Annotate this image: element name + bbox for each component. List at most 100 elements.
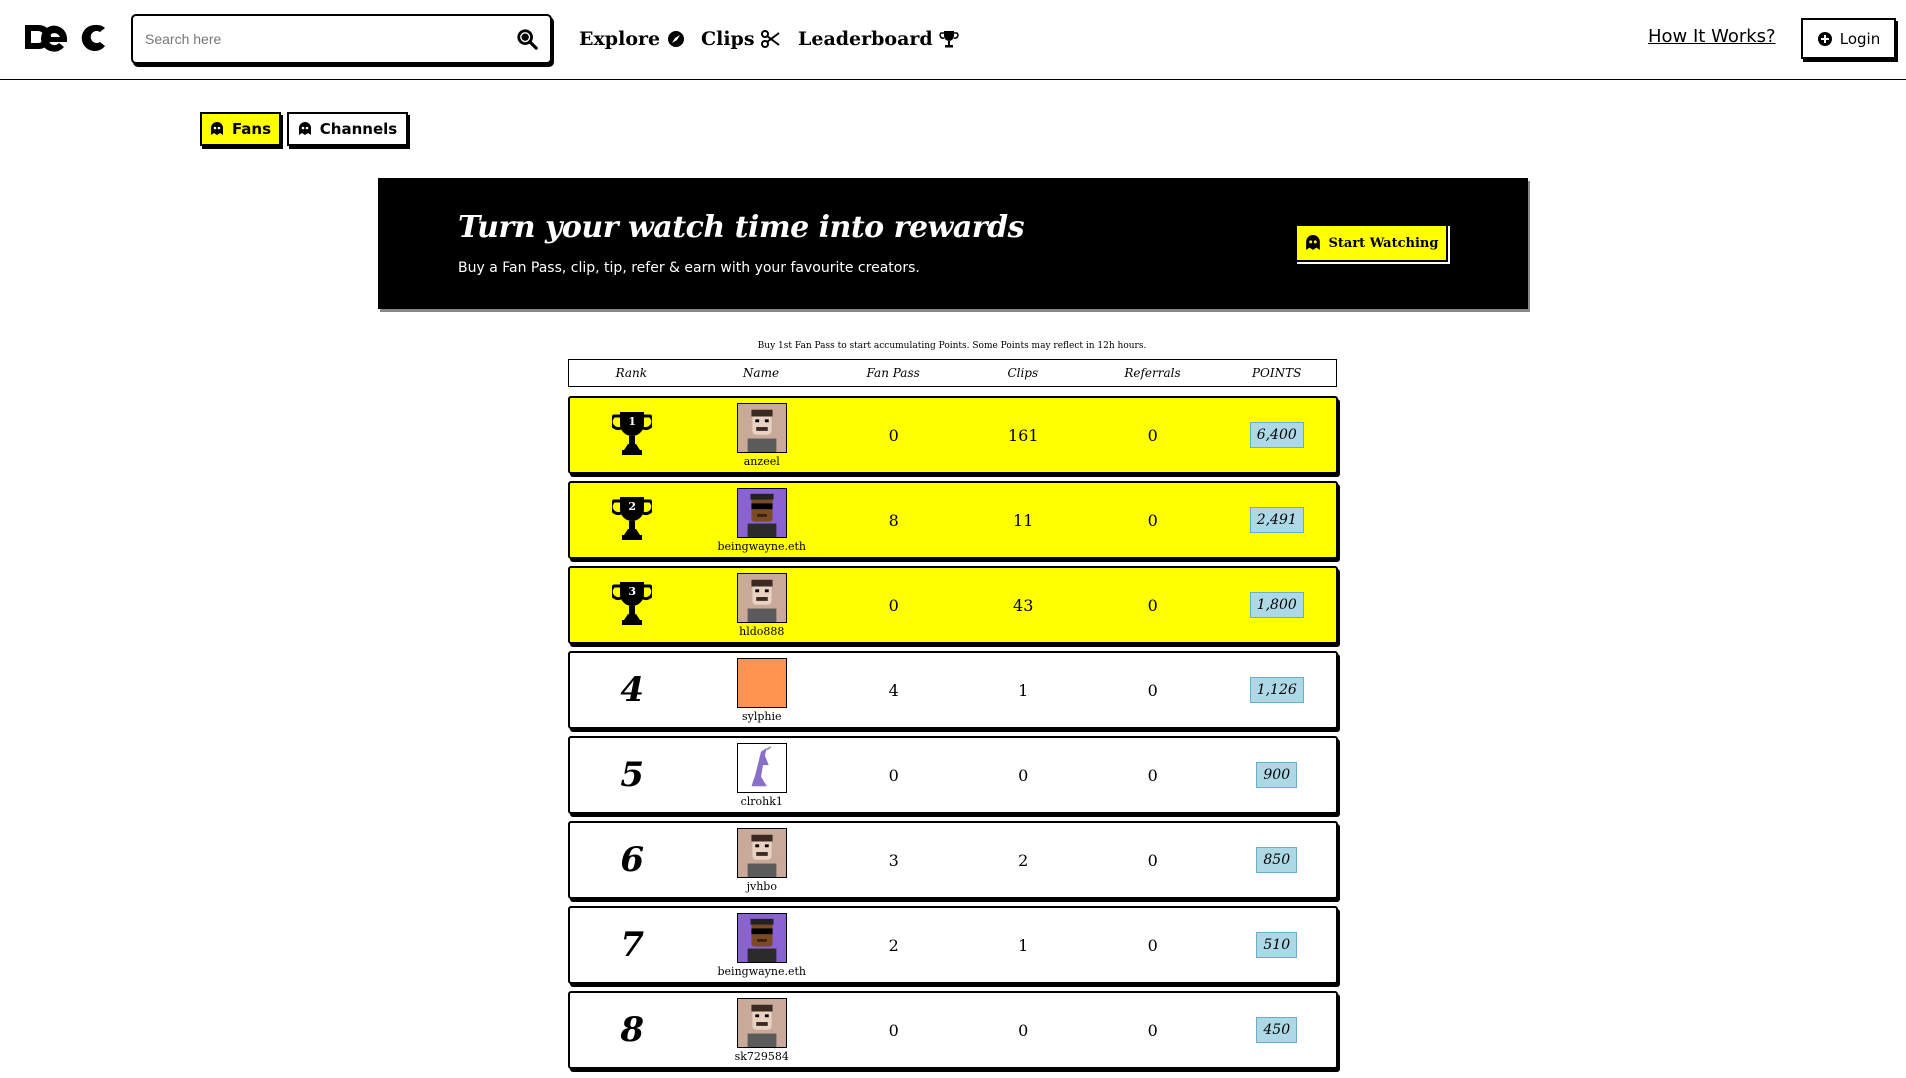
search-box xyxy=(131,14,552,64)
rank-cell: 5 xyxy=(570,755,695,795)
name-cell[interactable]: sylphie xyxy=(695,657,829,723)
trophy-icon xyxy=(939,31,959,48)
referrals-cell: 0 xyxy=(1147,595,1158,615)
tab-channels-label: Channels xyxy=(319,120,398,138)
table-row[interactable]: 6 jvhbo 3 2 0 850 xyxy=(568,821,1338,899)
points-cell: 900 xyxy=(1217,762,1336,788)
table-row[interactable]: 7 beingwayne.eth 2 1 0 510 xyxy=(568,906,1338,984)
table-row[interactable]: 5 clrohk1 0 0 0 900 xyxy=(568,736,1338,814)
rank-cell: 4 xyxy=(570,670,695,710)
name-cell[interactable]: sk729584 xyxy=(695,997,829,1063)
table-row[interactable]: 1 anzeel 0 161 0 6,400 xyxy=(568,396,1338,474)
table-row[interactable]: 2 beingwayne.eth 8 11 0 2,491 xyxy=(568,481,1338,559)
avatar[interactable] xyxy=(736,572,787,623)
login-label: Login xyxy=(1839,29,1881,48)
avatar[interactable] xyxy=(736,657,787,708)
avatar[interactable] xyxy=(736,827,787,878)
avatar[interactable] xyxy=(736,912,787,963)
header-name: Name xyxy=(742,366,780,380)
rank-cell: 1 xyxy=(570,410,695,460)
clips-cell: 0 xyxy=(1018,1020,1029,1040)
avatar[interactable] xyxy=(736,742,787,793)
rank-cell: 6 xyxy=(570,840,695,880)
scissors-icon xyxy=(760,30,780,48)
fan-pass-cell: 3 xyxy=(888,850,899,870)
ghost-icon xyxy=(298,122,311,135)
referrals-cell: 0 xyxy=(1147,850,1158,870)
referrals-cell: 0 xyxy=(1147,680,1158,700)
name-cell[interactable]: beingwayne.eth xyxy=(695,487,829,553)
name-cell[interactable]: beingwayne.eth xyxy=(695,912,829,978)
tab-fans-label: Fans xyxy=(231,120,272,138)
trophy-icon: 3 xyxy=(610,580,655,626)
fan-pass-cell: 8 xyxy=(888,510,899,530)
points-cell: 450 xyxy=(1217,1017,1336,1043)
fan-pass-cell: 0 xyxy=(888,1020,899,1040)
top-header: Explore Clips Leaderboard How It Works? xyxy=(0,0,1906,80)
header-points: POINTS xyxy=(1251,366,1302,380)
avatar[interactable] xyxy=(736,997,787,1048)
header-rank: Rank xyxy=(615,366,648,380)
nav-clips[interactable]: Clips xyxy=(701,24,781,54)
ghost-icon xyxy=(210,122,223,135)
points-cell: 2,491 xyxy=(1217,507,1336,533)
clips-cell: 43 xyxy=(1013,595,1034,615)
login-button[interactable]: Login xyxy=(1801,18,1896,59)
username[interactable]: hldo888 xyxy=(739,625,784,638)
start-watching-button[interactable]: Start Watching xyxy=(1295,224,1448,262)
points-badge: 2,491 xyxy=(1249,507,1304,533)
rank-cell: 8 xyxy=(570,1010,695,1050)
username[interactable]: sk729584 xyxy=(735,1050,789,1063)
name-cell[interactable]: anzeel xyxy=(695,402,829,468)
referrals-cell: 0 xyxy=(1147,510,1158,530)
clips-cell: 1 xyxy=(1018,680,1029,700)
nav-clips-label: Clips xyxy=(701,28,755,50)
points-badge: 900 xyxy=(1256,762,1298,788)
table-row[interactable]: 3 hldo888 0 43 0 1,800 xyxy=(568,566,1338,644)
header-clips: Clips xyxy=(1007,366,1039,380)
rank-number: 8 xyxy=(620,1010,645,1050)
username[interactable]: beingwayne.eth xyxy=(718,540,807,553)
rank-cell: 2 xyxy=(570,495,695,545)
table-row[interactable]: 8 sk729584 0 0 0 450 xyxy=(568,991,1338,1069)
tab-fans[interactable]: Fans xyxy=(200,112,281,146)
fan-pass-cell: 0 xyxy=(888,595,899,615)
username[interactable]: sylphie xyxy=(742,710,782,723)
username[interactable]: clrohk1 xyxy=(741,795,783,808)
table-row[interactable]: 4 sylphie 4 1 0 1,126 xyxy=(568,651,1338,729)
rank-number: 7 xyxy=(620,925,645,965)
start-watching-label: Start Watching xyxy=(1328,235,1439,251)
rank-cell: 7 xyxy=(570,925,695,965)
points-badge: 1,800 xyxy=(1249,592,1304,618)
name-cell[interactable]: hldo888 xyxy=(695,572,829,638)
referrals-cell: 0 xyxy=(1147,1020,1158,1040)
rewards-banner: Turn your watch time into rewards Buy a … xyxy=(378,178,1528,309)
search-icon[interactable] xyxy=(516,28,538,50)
name-cell[interactable]: jvhbo xyxy=(695,827,829,893)
avatar[interactable] xyxy=(736,487,787,538)
search-input[interactable] xyxy=(145,16,505,62)
fan-pass-cell: 0 xyxy=(888,765,899,785)
points-cell: 510 xyxy=(1217,932,1336,958)
fan-pass-cell: 2 xyxy=(888,935,899,955)
trophy-icon: 2 xyxy=(610,495,655,541)
nav-leaderboard[interactable]: Leaderboard xyxy=(798,24,959,54)
points-cell: 1,126 xyxy=(1217,677,1336,703)
header-fan-pass: Fan Pass xyxy=(866,366,920,380)
banner-title: Turn your watch time into rewards xyxy=(458,210,1024,245)
dea-logo[interactable] xyxy=(23,20,108,55)
fan-pass-cell: 0 xyxy=(888,425,899,445)
rank-number: 4 xyxy=(620,670,645,710)
name-cell[interactable]: clrohk1 xyxy=(695,742,829,808)
username[interactable]: beingwayne.eth xyxy=(718,965,807,978)
clips-cell: 1 xyxy=(1018,935,1029,955)
rank-number: 5 xyxy=(620,755,645,795)
avatar[interactable] xyxy=(736,402,787,453)
referrals-cell: 0 xyxy=(1147,425,1158,445)
tab-channels[interactable]: Channels xyxy=(287,112,408,146)
username[interactable]: jvhbo xyxy=(747,880,777,893)
how-it-works-link[interactable]: How It Works? xyxy=(1648,26,1776,47)
points-badge: 1,126 xyxy=(1249,677,1304,703)
username[interactable]: anzeel xyxy=(744,455,780,468)
nav-explore[interactable]: Explore xyxy=(579,24,686,54)
